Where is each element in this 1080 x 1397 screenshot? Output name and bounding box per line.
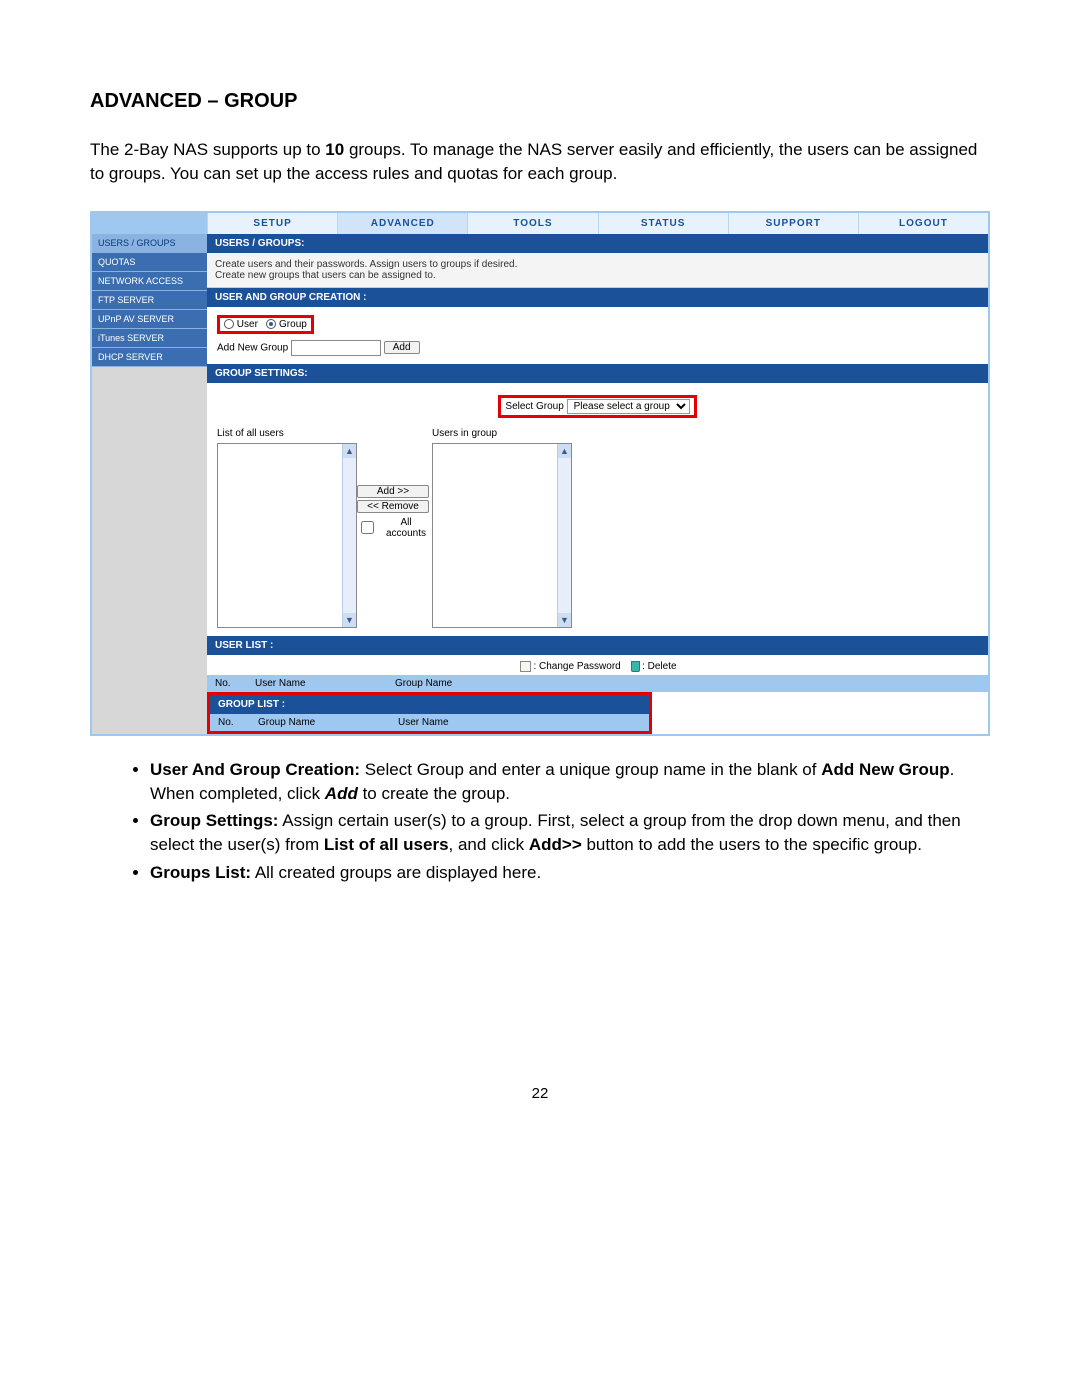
creation-body: User Group Add New Group Add <box>207 307 988 364</box>
user-radio[interactable] <box>224 319 234 329</box>
top-nav: SETUP ADVANCED TOOLS STATUS SUPPORT LOGO… <box>92 213 988 234</box>
tab-status[interactable]: STATUS <box>598 213 728 234</box>
user-list-legend: : Change Password : Delete <box>207 655 988 675</box>
col-username: User Name <box>398 717 449 728</box>
users-in-group-column: Users in group ▲ ▼ <box>432 428 572 628</box>
page-heading: ADVANCED – GROUP <box>90 90 990 113</box>
all-users-column: List of all users ▲ ▼ <box>217 428 357 628</box>
b3-title: Groups List: <box>150 863 251 882</box>
remove-from-group-button[interactable]: << Remove <box>357 500 429 513</box>
users-in-group-listbox[interactable]: ▲ ▼ <box>432 443 572 628</box>
bullet-2: Group Settings: Assign certain user(s) t… <box>150 809 990 857</box>
content-area: USERS / GROUPS: Create users and their p… <box>207 234 988 734</box>
sidebar-item-ftp-server[interactable]: FTP SERVER <box>92 291 207 310</box>
transfer-buttons: Add >> << Remove All accounts <box>357 428 432 628</box>
group-list-header: GROUP LIST : <box>210 695 649 714</box>
select-group-highlight: Select Group Please select a group <box>498 395 696 418</box>
tab-logout[interactable]: LOGOUT <box>858 213 988 234</box>
b2-t5: Add>> <box>529 835 582 854</box>
description-bullets: User And Group Creation: Select Group an… <box>90 758 990 885</box>
nav-spacer <box>92 213 207 234</box>
col-username: User Name <box>255 678 395 689</box>
b1-t3: Add New Group <box>821 760 949 779</box>
tab-tools[interactable]: TOOLS <box>467 213 597 234</box>
intro-text: The 2-Bay NAS supports up to <box>90 140 325 159</box>
col-no: No. <box>218 717 258 728</box>
sidebar-item-users-groups[interactable]: USERS / GROUPS <box>92 234 207 253</box>
creation-header: USER AND GROUP CREATION : <box>207 288 988 307</box>
list-all-users-label: List of all users <box>217 428 357 439</box>
user-group-radio-highlight: User Group <box>217 315 314 334</box>
all-accounts-row: All accounts <box>357 517 432 539</box>
app-screenshot: SETUP ADVANCED TOOLS STATUS SUPPORT LOGO… <box>90 211 990 736</box>
change-password-label: : Change Password <box>533 661 620 672</box>
tab-setup[interactable]: SETUP <box>207 213 337 234</box>
b1-title: User And Group Creation: <box>150 760 360 779</box>
group-radio-label: Group <box>279 319 307 330</box>
all-accounts-label: All accounts <box>380 517 432 539</box>
group-list-highlight: GROUP LIST : No. Group Name User Name <box>207 692 652 734</box>
tab-advanced[interactable]: ADVANCED <box>337 213 467 234</box>
scroll-down-icon[interactable]: ▼ <box>343 613 356 627</box>
scroll-down-icon[interactable]: ▼ <box>558 613 571 627</box>
change-password-icon <box>520 661 531 672</box>
scrollbar[interactable]: ▲ ▼ <box>557 444 571 627</box>
sidebar-item-network-access[interactable]: NETWORK ACCESS <box>92 272 207 291</box>
users-in-group-label: Users in group <box>432 428 572 439</box>
add-new-group-input[interactable] <box>291 340 381 356</box>
sidebar-item-itunes-server[interactable]: iTunes SERVER <box>92 329 207 348</box>
b2-t3: List of all users <box>324 835 449 854</box>
b3-t2: All created groups are displayed here. <box>251 863 541 882</box>
scrollbar[interactable]: ▲ ▼ <box>342 444 356 627</box>
b2-t4: , and click <box>449 835 529 854</box>
select-group-label: Select Group <box>505 401 563 412</box>
desc-line-2: Create new groups that users can be assi… <box>215 270 980 281</box>
bullet-3: Groups List: All created groups are disp… <box>150 861 990 885</box>
sidebar: USERS / GROUPS QUOTAS NETWORK ACCESS FTP… <box>92 234 207 734</box>
col-groupname: Group Name <box>258 717 398 728</box>
add-new-group-label: Add New Group <box>217 342 288 353</box>
group-settings-header: GROUP SETTINGS: <box>207 364 988 383</box>
b1-t5: Add <box>325 784 358 803</box>
b2-t6: button to add the users to the specific … <box>582 835 922 854</box>
bullet-1: User And Group Creation: Select Group an… <box>150 758 990 806</box>
scroll-up-icon[interactable]: ▲ <box>558 444 571 458</box>
b2-title: Group Settings: <box>150 811 278 830</box>
user-list-header: USER LIST : <box>207 636 988 655</box>
all-accounts-checkbox[interactable] <box>361 521 374 534</box>
delete-label: : Delete <box>642 661 676 672</box>
users-groups-desc: Create users and their passwords. Assign… <box>207 253 988 288</box>
scroll-up-icon[interactable]: ▲ <box>343 444 356 458</box>
select-group-dropdown[interactable]: Please select a group <box>567 399 690 414</box>
group-list-columns: No. Group Name User Name <box>210 714 649 731</box>
group-settings-body: Select Group Please select a group List … <box>207 383 988 636</box>
user-list-columns: No. User Name Group Name <box>207 675 988 692</box>
col-groupname: Group Name <box>395 678 452 689</box>
b1-t6: to create the group. <box>358 784 510 803</box>
sidebar-item-quotas[interactable]: QUOTAS <box>92 253 207 272</box>
intro-bold: 10 <box>325 140 344 159</box>
desc-line-1: Create users and their passwords. Assign… <box>215 259 980 270</box>
users-groups-header: USERS / GROUPS: <box>207 234 988 253</box>
sidebar-item-upnp-av-server[interactable]: UPnP AV SERVER <box>92 310 207 329</box>
user-radio-label: User <box>237 319 258 330</box>
all-users-listbox[interactable]: ▲ ▼ <box>217 443 357 628</box>
page-number: 22 <box>90 1085 990 1102</box>
tab-support[interactable]: SUPPORT <box>728 213 858 234</box>
intro-paragraph: The 2-Bay NAS supports up to 10 groups. … <box>90 138 990 186</box>
add-button[interactable]: Add <box>384 341 420 354</box>
b1-t2: Select Group and enter a unique group na… <box>360 760 821 779</box>
delete-icon <box>631 661 640 672</box>
sidebar-item-dhcp-server[interactable]: DHCP SERVER <box>92 348 207 367</box>
group-radio[interactable] <box>266 319 276 329</box>
col-no: No. <box>215 678 255 689</box>
add-to-group-button[interactable]: Add >> <box>357 485 429 498</box>
